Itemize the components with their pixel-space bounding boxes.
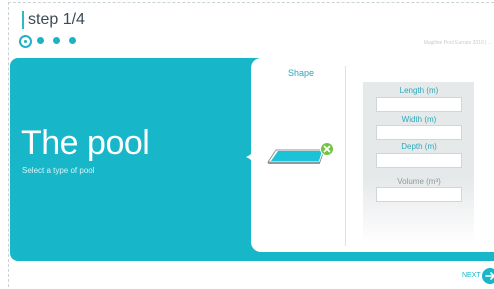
- shape-label: Shape: [288, 68, 315, 78]
- frame-top-border: [8, 2, 494, 3]
- step-dot[interactable]: [53, 37, 60, 44]
- volume-input[interactable]: [376, 187, 462, 202]
- arrow-right-icon: [485, 272, 494, 280]
- rectangle-pool-icon[interactable]: [264, 140, 344, 170]
- page-subtitle: Select a type of pool: [22, 166, 95, 175]
- brand-text: Magiline Pool Europe 2010 | ...: [423, 40, 492, 46]
- step-indicator-bar: [22, 11, 24, 29]
- length-label: Length (m): [399, 86, 439, 95]
- next-label[interactable]: NEXT: [462, 272, 481, 279]
- card-notch: [246, 146, 254, 168]
- remove-x-icon[interactable]: [320, 142, 334, 156]
- length-input[interactable]: [376, 97, 462, 112]
- step-label: step 1/4: [28, 11, 85, 28]
- volume-label: Volume (m³): [397, 177, 441, 186]
- next-button[interactable]: [482, 268, 494, 284]
- depth-input[interactable]: [376, 153, 462, 168]
- depth-label: Depth (m): [401, 142, 437, 151]
- step-dot[interactable]: [37, 37, 44, 44]
- step-dot[interactable]: [69, 37, 76, 44]
- page-title: The pool: [21, 124, 150, 162]
- frame-left-border: [8, 2, 9, 287]
- card-divider: [345, 66, 346, 246]
- step-dot-active[interactable]: [19, 35, 32, 48]
- width-label: Width (m): [401, 115, 437, 124]
- width-input[interactable]: [376, 125, 462, 140]
